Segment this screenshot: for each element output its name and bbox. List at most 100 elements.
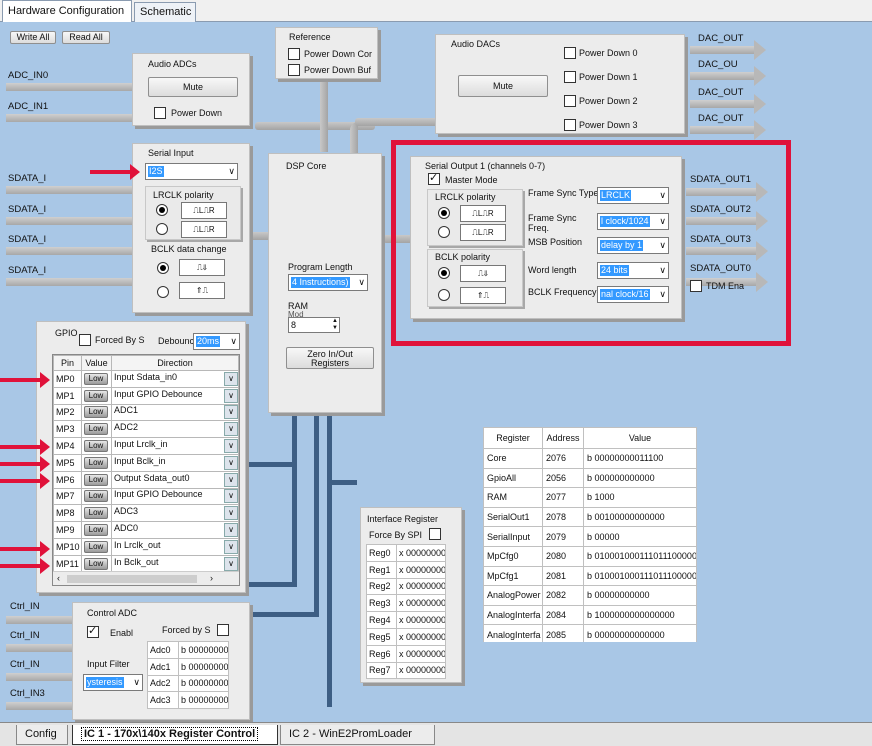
stepper-arrows-icon[interactable]: ▲ ▼ (332, 318, 338, 332)
chevron-down-icon[interactable]: ∨ (224, 539, 238, 554)
chevron-down-icon[interactable]: ∨ (224, 489, 238, 504)
adc-mute-button[interactable]: Mute (148, 77, 238, 97)
table-row[interactable]: AnalogInterfa 2085 b 00000000000000 (483, 624, 697, 642)
register-value-cell[interactable]: b 1000 (583, 487, 697, 508)
chevron-down-icon[interactable]: ∨ (224, 371, 238, 386)
horizontal-scrollbar[interactable]: ‹ › (53, 571, 239, 585)
chevron-down-icon[interactable]: ∨ (224, 523, 238, 538)
bclk-data-change-radio-2[interactable] (157, 286, 169, 298)
direction-cell[interactable]: Input Lrclk_in ∨ (111, 437, 239, 455)
register-value-cell[interactable]: b 00000000000 (583, 585, 697, 606)
pin-value-button[interactable]: Low (84, 540, 108, 553)
table-row[interactable]: AnalogPower 2082 b 00000000000 (483, 585, 697, 606)
control-adc-forced-checkbox[interactable] (217, 624, 229, 636)
register-value-cell[interactable]: b 000000000000 (583, 467, 697, 489)
direction-cell[interactable]: Input Sdata_in0 ∨ (111, 370, 239, 388)
register-value-cell[interactable]: b 00000 (583, 526, 697, 547)
direction-cell[interactable]: Input Bclk_in ∨ (111, 453, 239, 472)
direction-cell[interactable]: In Bclk_out ∨ (111, 554, 239, 573)
table-row[interactable]: SerialInput 2079 b 00000 (483, 526, 697, 547)
reg-value-cell[interactable]: x 00000000 (396, 661, 446, 680)
adc-value-cell[interactable]: b 00000000 (178, 657, 229, 676)
pin-value-button[interactable]: Low (84, 490, 108, 503)
table-row[interactable]: MpCfg1 2081 b 010001000111011100000 (483, 565, 697, 587)
chevron-down-icon[interactable]: ∨ (224, 439, 238, 454)
tab-config[interactable]: Config (16, 725, 68, 745)
read-all-button[interactable]: Read All (62, 31, 110, 44)
register-value-cell[interactable]: b 010001000111011100000 (583, 565, 697, 587)
direction-cell[interactable]: ADC3 ∨ (111, 504, 239, 523)
chevron-down-icon[interactable]: ∨ (224, 422, 238, 437)
register-value-cell[interactable]: b 00000000011100 (583, 448, 697, 469)
adc-power-down-checkbox[interactable] (154, 107, 166, 119)
tab-ic2-wine2promloader[interactable]: IC 2 - WinE2PromLoader (280, 725, 435, 745)
reg-value-cell[interactable]: x 00000000 (396, 577, 446, 596)
register-value-cell[interactable]: b 00100000000000 (583, 506, 697, 528)
table-row[interactable]: MpCfg0 2080 b 010001000111011100000 (483, 545, 697, 567)
pin-value-button[interactable]: Low (84, 372, 108, 385)
direction-cell[interactable]: Output Sdata_out0 ∨ (111, 470, 239, 489)
pin-value-button[interactable]: Low (84, 473, 108, 486)
dac-mute-button[interactable]: Mute (458, 75, 548, 97)
tab-ic1-register-control[interactable]: IC 1 - 170x\140x Register Control (72, 725, 278, 745)
zero-in-out-registers-button[interactable]: Zero In/Out Registers (286, 347, 374, 369)
direction-cell[interactable]: Input GPIO Debounce ∨ (111, 487, 239, 506)
pin-value-button[interactable]: Low (84, 557, 108, 570)
pin-value-button[interactable]: Low (84, 423, 108, 436)
reg-value-cell[interactable]: x 00000000 (396, 544, 446, 562)
direction-cell[interactable]: Input GPIO Debounce ∨ (111, 386, 239, 405)
reg-value-cell[interactable]: x 00000000 (396, 560, 446, 579)
direction-cell[interactable]: ADC2 ∨ (111, 420, 239, 439)
pin-value-button[interactable]: Low (84, 456, 108, 469)
dac-power-down-0-checkbox[interactable] (564, 47, 576, 59)
bclk-data-change-radio-1[interactable] (157, 262, 169, 274)
pin-value-button[interactable]: Low (84, 389, 108, 402)
chevron-down-icon[interactable]: ∨ (224, 388, 238, 403)
table-row[interactable]: Core 2076 b 00000000011100 (483, 448, 697, 469)
scroll-left-icon[interactable]: ‹ (57, 573, 60, 583)
lrclk-polarity-radio-2[interactable] (156, 223, 168, 235)
scroll-thumb[interactable] (67, 575, 197, 583)
pin-value-button[interactable]: Low (84, 440, 108, 453)
table-row[interactable]: GpioAll 2056 b 000000000000 (483, 467, 697, 489)
debounce-dropdown[interactable]: 20ms ∨ (193, 333, 240, 350)
write-all-button[interactable]: Write All (10, 31, 56, 44)
reg-value-cell[interactable]: x 00000000 (396, 644, 446, 663)
chevron-down-icon[interactable]: ∨ (224, 506, 238, 521)
power-down-buf-checkbox[interactable] (288, 64, 300, 76)
direction-cell[interactable]: ADC1 ∨ (111, 403, 239, 422)
tab-hardware-configuration[interactable]: Hardware Configuration (2, 0, 132, 23)
force-by-spi-checkbox[interactable] (429, 528, 441, 540)
chevron-down-icon[interactable]: ∨ (224, 405, 238, 420)
gpio-forced-checkbox[interactable] (79, 334, 91, 346)
serial-input-format-dropdown[interactable]: I2S ∨ (145, 163, 238, 180)
register-value-cell[interactable]: b 1000000000000000 (583, 604, 697, 626)
pin-value-button[interactable]: Low (84, 507, 108, 520)
dac-power-down-3-checkbox[interactable] (564, 119, 576, 131)
tab-schematic[interactable]: Schematic (134, 2, 196, 22)
table-row[interactable]: AnalogInterfa 2084 b 1000000000000000 (483, 604, 697, 626)
ram-stepper[interactable]: 8 ▲ ▼ (288, 317, 340, 333)
dac-power-down-1-checkbox[interactable] (564, 71, 576, 83)
control-adc-enable-checkbox[interactable] (87, 625, 99, 638)
table-row[interactable]: SerialOut1 2078 b 00100000000000 (483, 506, 697, 528)
pin-value-button[interactable]: Low (84, 524, 108, 537)
direction-cell[interactable]: In Lrclk_out ∨ (111, 537, 239, 556)
program-length-dropdown[interactable]: 4 Instructions) ∨ (288, 274, 368, 291)
table-row[interactable]: RAM 2077 b 1000 (483, 487, 697, 508)
adc-value-cell[interactable]: b 00000000 (178, 691, 229, 710)
direction-cell[interactable]: ADC0 ∨ (111, 521, 239, 539)
reg-value-cell[interactable]: x 00000000 (396, 611, 446, 629)
scroll-right-icon[interactable]: › (210, 573, 213, 583)
lrclk-polarity-radio-1[interactable] (156, 204, 168, 216)
register-value-cell[interactable]: b 010001000111011100000 (583, 545, 697, 567)
chevron-down-icon[interactable]: ∨ (224, 455, 238, 470)
reg-value-cell[interactable]: x 00000000 (396, 594, 446, 613)
reg-value-cell[interactable]: x 00000000 (396, 627, 446, 646)
pin-value-button[interactable]: Low (84, 406, 108, 419)
input-filter-dropdown[interactable]: ysteresis ∨ (83, 674, 143, 691)
power-down-cor-checkbox[interactable] (288, 48, 300, 60)
adc-value-cell[interactable]: b 00000000 (178, 641, 229, 659)
chevron-down-icon[interactable]: ∨ (224, 472, 238, 487)
dac-power-down-2-checkbox[interactable] (564, 95, 576, 107)
